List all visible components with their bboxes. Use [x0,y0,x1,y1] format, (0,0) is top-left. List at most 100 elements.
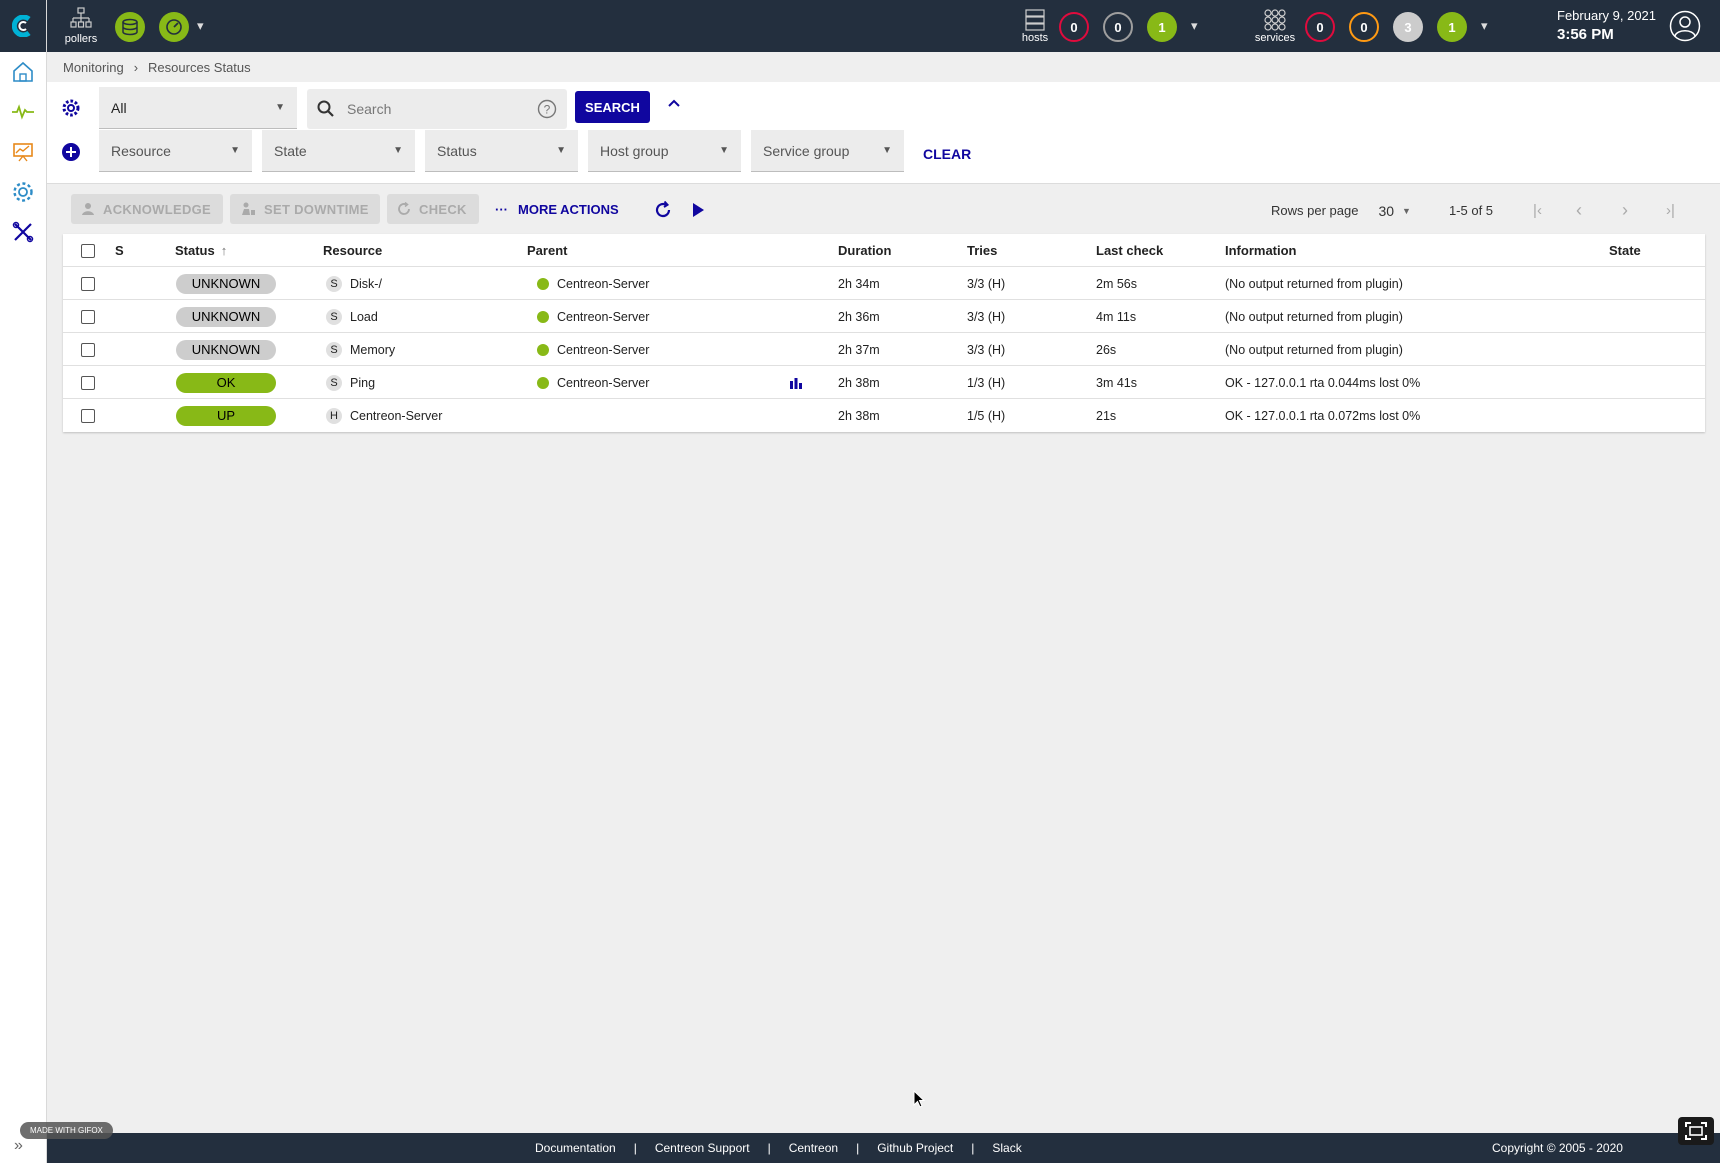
configuration-gear-icon[interactable] [0,172,46,212]
check-button[interactable]: CHECK [387,194,479,224]
footer-link-github[interactable]: Github Project [877,1141,953,1155]
services-warning-count[interactable]: 0 [1349,12,1379,42]
dropdown-arrow-icon: ▼ [882,145,892,156]
breadcrumb-resources-status[interactable]: Resources Status [148,60,251,75]
filter-panel: All ▼ Search ? SEARCH Resource ▼ State ▼… [47,82,1720,184]
row-checkbox[interactable] [81,267,95,300]
resource-cell[interactable]: S Load [326,300,378,333]
footer-link-documentation[interactable]: Documentation [535,1141,616,1155]
resource-cell[interactable]: S Memory [326,333,395,366]
resource-cell[interactable]: H Centreon-Server [326,399,442,432]
hosts-widget[interactable]: hosts [1015,0,1055,52]
sort-ascending-icon: ↑ [220,243,228,258]
column-header-state[interactable]: State [1609,234,1641,267]
hosts-chevron-down-icon[interactable]: ▾ [1191,18,1198,34]
column-header-information[interactable]: Information [1225,234,1297,267]
duration-cell: 2h 38m [838,408,880,423]
resource-cell[interactable]: S Disk-/ [326,267,382,300]
filter-settings-gear-icon[interactable] [61,98,81,121]
saved-filter-value: All [111,99,127,116]
parent-cell[interactable]: Centreon-Server [537,300,649,333]
column-header-last-check[interactable]: Last check [1096,234,1163,267]
clear-filters-button[interactable]: CLEAR [923,146,971,162]
state-criteria-label: State [274,142,307,159]
refresh-icon[interactable] [653,200,673,223]
column-header-s[interactable]: S [115,234,124,267]
previous-page-icon[interactable]: ‹ [1576,200,1582,221]
duration-cell: 2h 34m [838,276,880,291]
search-help-icon[interactable]: ? [537,99,557,119]
parent-cell[interactable]: Centreon-Server [537,333,649,366]
services-ok-count[interactable]: 1 [1437,12,1467,42]
table-row[interactable]: UP H Centreon-Server 2h 38m 1/5 (H) 21s O… [63,399,1705,432]
column-header-tries[interactable]: Tries [967,234,997,267]
hosts-unreachable-count[interactable]: 0 [1103,12,1133,42]
reporting-chart-icon[interactable] [0,132,46,172]
services-chevron-down-icon[interactable]: ▾ [1481,18,1488,34]
acknowledge-button[interactable]: ACKNOWLEDGE [71,194,223,224]
search-button[interactable]: SEARCH [575,91,650,123]
poller-latency-icon[interactable] [159,12,189,42]
parent-name: Centreon-Server [557,342,650,357]
table-row[interactable]: UNKNOWN S Memory Centreon-Server 2h 37m 3… [63,333,1705,366]
set-downtime-button[interactable]: SET DOWNTIME [230,194,380,224]
dropdown-arrow-icon: ▼ [1402,205,1411,216]
resource-cell[interactable]: S Ping [326,366,375,399]
status-badge: OK [176,372,276,393]
services-critical-count[interactable]: 0 [1305,12,1335,42]
row-checkbox[interactable] [81,399,95,432]
graph-bar-chart-icon[interactable] [789,366,803,399]
status-cell: OK [176,366,276,399]
expand-menu-icon[interactable]: » [14,1137,23,1155]
add-criteria-icon[interactable] [61,142,81,165]
column-header-parent[interactable]: Parent [527,234,567,267]
centreon-logo[interactable] [0,0,46,52]
table-row[interactable]: UNKNOWN S Load Centreon-Server 2h 36m 3/3… [63,300,1705,333]
resource-criteria-select[interactable]: Resource ▼ [99,130,252,172]
administration-tools-icon[interactable] [0,212,46,252]
monitoring-heartbeat-icon[interactable] [0,92,46,132]
table-row[interactable]: UNKNOWN S Disk-/ Centreon-Server 2h 34m 3… [63,267,1705,300]
fullscreen-icon[interactable] [1678,1117,1714,1145]
user-profile-icon[interactable] [1669,10,1701,45]
duration-cell: 2h 36m [838,309,880,324]
first-page-icon[interactable]: |‹ [1533,202,1542,219]
database-status-icon[interactable] [115,12,145,42]
pollers-widget[interactable]: pollers [61,0,101,52]
next-page-icon[interactable]: › [1622,200,1628,221]
collapse-filters-chevron-up-icon[interactable] [667,96,681,113]
footer-link-support[interactable]: Centreon Support [655,1141,750,1155]
play-auto-refresh-icon[interactable] [691,202,705,221]
host-group-criteria-select[interactable]: Host group ▼ [588,130,741,172]
hosts-up-count[interactable]: 1 [1147,12,1177,42]
search-field[interactable]: Search ? [307,89,567,129]
column-header-resource[interactable]: Resource [323,234,382,267]
parent-cell[interactable]: Centreon-Server [537,267,649,300]
footer-link-slack[interactable]: Slack [992,1141,1021,1155]
saved-filter-select[interactable]: All ▼ [99,87,297,129]
select-all-checkbox[interactable] [81,234,95,267]
services-widget[interactable]: services [1252,0,1298,52]
footer-link-centreon[interactable]: Centreon [789,1141,838,1155]
parent-name: Centreon-Server [557,375,650,390]
column-header-status[interactable]: Status ↑ [175,234,227,267]
search-input[interactable]: Search [347,101,525,117]
hosts-down-count[interactable]: 0 [1059,12,1089,42]
service-group-criteria-select[interactable]: Service group ▼ [751,130,904,172]
rows-per-page-select[interactable]: 30 ▼ [1378,203,1411,219]
row-checkbox[interactable] [81,333,95,366]
services-unknown-count[interactable]: 3 [1393,12,1423,42]
pollers-chevron-down-icon[interactable]: ▾ [197,18,204,34]
table-row[interactable]: OK S Ping Centreon-Server 2h 38m 1/3 (H) … [63,366,1705,399]
row-checkbox[interactable] [81,366,95,399]
more-actions-button[interactable]: ··· MORE ACTIONS [495,202,619,217]
home-icon[interactable] [0,52,46,92]
tries-cell: 1/5 (H) [967,408,1006,423]
last-page-icon[interactable]: ›| [1666,202,1675,219]
parent-cell[interactable]: Centreon-Server [537,366,649,399]
row-checkbox[interactable] [81,300,95,333]
state-criteria-select[interactable]: State ▼ [262,130,415,172]
column-header-duration[interactable]: Duration [838,234,891,267]
breadcrumb-monitoring[interactable]: Monitoring [63,60,124,75]
status-criteria-select[interactable]: Status ▼ [425,130,578,172]
